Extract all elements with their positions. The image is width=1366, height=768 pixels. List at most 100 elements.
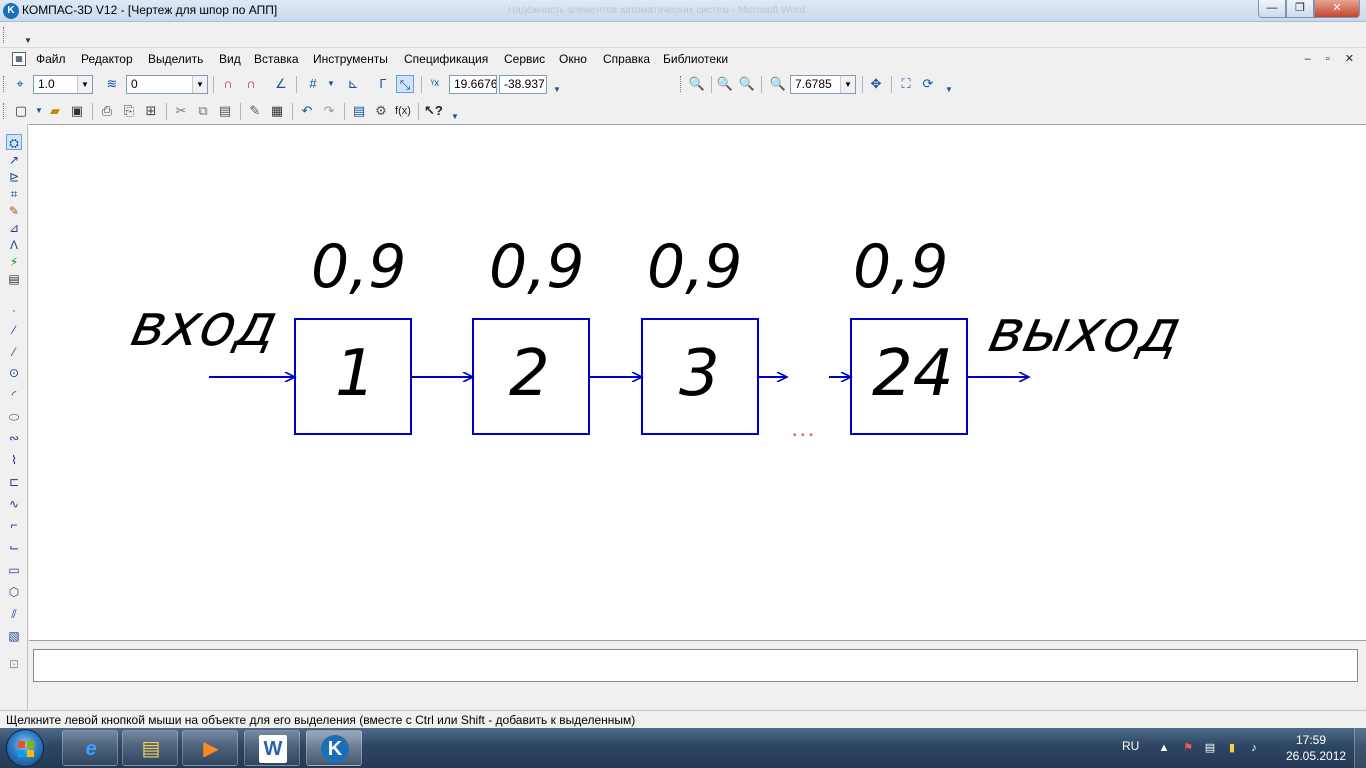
menu-file[interactable]: Файл bbox=[36, 52, 66, 66]
mdi-controls[interactable]: – ▫ ✕ bbox=[1305, 52, 1360, 65]
language-indicator[interactable]: RU bbox=[1122, 739, 1139, 753]
command-line[interactable] bbox=[33, 649, 1358, 682]
rectangle-icon[interactable]: ▭ bbox=[6, 562, 22, 578]
show-desktop-button[interactable] bbox=[1354, 728, 1366, 768]
chevron-down-icon[interactable]: ▼ bbox=[77, 76, 92, 93]
kompas-app-icon[interactable]: K bbox=[3, 3, 19, 19]
toolbar-grip[interactable] bbox=[3, 76, 6, 92]
paste-icon[interactable]: ▤ bbox=[216, 102, 234, 120]
editing-icon[interactable]: ⌗ bbox=[6, 186, 22, 202]
aux-line-icon[interactable]: ⁄ bbox=[6, 322, 22, 338]
contour-icon[interactable]: ⊏ bbox=[6, 474, 22, 490]
taskbar-word[interactable]: W bbox=[244, 730, 300, 766]
chevron-down-icon[interactable]: ▼ bbox=[940, 81, 958, 99]
snap-magnet-icon[interactable]: ∩ bbox=[219, 75, 237, 93]
layers-icon[interactable]: ≋ bbox=[103, 75, 121, 93]
new-document-icon[interactable]: ▢ bbox=[12, 102, 30, 120]
cursor-coords-icon[interactable]: ᵞx bbox=[426, 75, 444, 93]
axes-icon[interactable]: ⊾ bbox=[344, 75, 362, 93]
taskbar-explorer[interactable]: ▤ bbox=[122, 730, 178, 766]
action-center-icon[interactable]: ⚑ bbox=[1180, 740, 1196, 756]
measure-icon[interactable]: ⊿ bbox=[6, 220, 22, 236]
save-icon[interactable]: ▣ bbox=[68, 102, 86, 120]
print-preview-icon[interactable]: ⎘ bbox=[120, 102, 138, 120]
coord-x-field[interactable]: 19.6676 bbox=[449, 75, 497, 94]
menu-editor[interactable]: Редактор bbox=[81, 52, 133, 66]
point-icon[interactable]: · bbox=[6, 302, 22, 318]
document-icon[interactable]: ▦ bbox=[12, 52, 26, 66]
menu-view[interactable]: Вид bbox=[219, 52, 241, 66]
zoom-select[interactable]: 7.6785 ▼ bbox=[790, 75, 856, 94]
menu-window[interactable]: Окно bbox=[559, 52, 587, 66]
cut-icon[interactable]: ✂ bbox=[172, 102, 190, 120]
chevron-down-icon[interactable]: ▼ bbox=[192, 76, 207, 93]
clock-time[interactable]: 17:59 bbox=[1296, 733, 1326, 747]
show-hidden-icons-icon[interactable]: ▲ bbox=[1156, 740, 1172, 756]
toolbar-grip[interactable] bbox=[3, 27, 6, 43]
zoom-scale-icon[interactable]: 🔍 bbox=[769, 75, 787, 93]
selection-icon[interactable]: Λ bbox=[6, 237, 22, 253]
clock-date[interactable]: 26.05.2012 bbox=[1286, 749, 1346, 763]
zoom-window-icon[interactable]: 🔍 bbox=[688, 75, 706, 93]
spline-icon[interactable]: ∾ bbox=[6, 430, 22, 446]
layer-select[interactable]: 0 ▼ bbox=[126, 75, 208, 94]
maximize-button[interactable]: ❐ bbox=[1286, 0, 1314, 18]
menu-libraries[interactable]: Библиотеки bbox=[663, 52, 728, 66]
device-icon[interactable]: ▤ bbox=[1202, 740, 1218, 756]
toolbar-grip[interactable] bbox=[680, 76, 683, 92]
polyline-icon[interactable]: ⌇ bbox=[6, 452, 22, 468]
chamfer-icon[interactable]: ⌙ bbox=[6, 539, 22, 555]
associative-views-icon[interactable]: ⚡ bbox=[6, 254, 22, 270]
context-help-icon[interactable]: ↖? bbox=[424, 102, 443, 120]
arc-icon[interactable]: ◜ bbox=[6, 387, 22, 403]
designations-icon[interactable]: ⊵ bbox=[6, 169, 22, 185]
grid-icon[interactable]: # bbox=[304, 75, 322, 93]
ortho-icon[interactable]: ∠ bbox=[272, 75, 290, 93]
undo-icon[interactable]: ↶ bbox=[298, 102, 316, 120]
spec-icon[interactable]: ▤ bbox=[6, 271, 22, 287]
toolbar-grip[interactable] bbox=[3, 103, 6, 119]
snap-settings-icon[interactable]: ∩ bbox=[242, 75, 260, 93]
show-all-icon[interactable]: ⛶ bbox=[897, 75, 915, 93]
copy-icon[interactable]: ⧉ bbox=[194, 102, 212, 120]
segment-icon[interactable]: ⁄ bbox=[6, 344, 22, 360]
library-manager-icon[interactable]: ▦ bbox=[268, 102, 286, 120]
local-cs-icon[interactable]: ⌖ bbox=[11, 75, 29, 93]
properties-icon[interactable]: ⊞ bbox=[142, 102, 160, 120]
fill-icon[interactable]: ▧ bbox=[6, 628, 22, 644]
dimensions-icon[interactable]: ↗ bbox=[6, 152, 22, 168]
menu-service[interactable]: Сервис bbox=[504, 52, 545, 66]
parametrization-icon[interactable]: ✎ bbox=[6, 203, 22, 219]
volume-icon[interactable]: ♪ bbox=[1246, 740, 1262, 756]
chevron-down-icon[interactable]: ▼ bbox=[24, 36, 32, 45]
open-folder-icon[interactable]: ▰ bbox=[46, 102, 64, 120]
stop-icon[interactable]: ⊡ bbox=[6, 656, 22, 672]
menu-select[interactable]: Выделить bbox=[148, 52, 203, 66]
network-icon[interactable]: ▮ bbox=[1224, 740, 1240, 756]
redo-icon[interactable]: ↷ bbox=[320, 102, 338, 120]
menu-specification[interactable]: Спецификация bbox=[404, 52, 488, 66]
taskbar-media-player[interactable]: ▶ bbox=[182, 730, 238, 766]
print-icon[interactable]: ⎙ bbox=[98, 102, 116, 120]
taskbar-ie[interactable]: e bbox=[62, 730, 118, 766]
menu-insert[interactable]: Вставка bbox=[254, 52, 299, 66]
menu-help[interactable]: Справка bbox=[603, 52, 650, 66]
start-button[interactable] bbox=[6, 729, 44, 767]
chevron-down-icon[interactable]: ▼ bbox=[548, 81, 566, 99]
parametric-icon[interactable]: ⤡ bbox=[396, 75, 414, 93]
curve-icon[interactable]: ∿ bbox=[6, 496, 22, 512]
taskbar-kompas[interactable]: K bbox=[306, 730, 362, 766]
fillet-icon[interactable]: ⌐ bbox=[6, 517, 22, 533]
format-brush-icon[interactable]: ✎ bbox=[246, 102, 264, 120]
function-icon[interactable]: f(x) bbox=[394, 102, 412, 120]
chevron-down-icon[interactable]: ▼ bbox=[322, 75, 340, 93]
zoom-out-icon[interactable]: 🔍 bbox=[738, 75, 756, 93]
circle-icon[interactable]: ⊙ bbox=[6, 365, 22, 381]
line-style-select[interactable]: 1.0 ▼ bbox=[33, 75, 93, 94]
coord-y-field[interactable]: -38.937 bbox=[499, 75, 547, 94]
geometry-icon[interactable]: ⛭ bbox=[6, 134, 22, 150]
zoom-in-icon[interactable]: 🔍 bbox=[716, 75, 734, 93]
chevron-down-icon[interactable]: ▼ bbox=[840, 76, 855, 93]
round-icon[interactable]: Γ bbox=[374, 75, 392, 93]
polygon-icon[interactable]: ⬡ bbox=[6, 584, 22, 600]
